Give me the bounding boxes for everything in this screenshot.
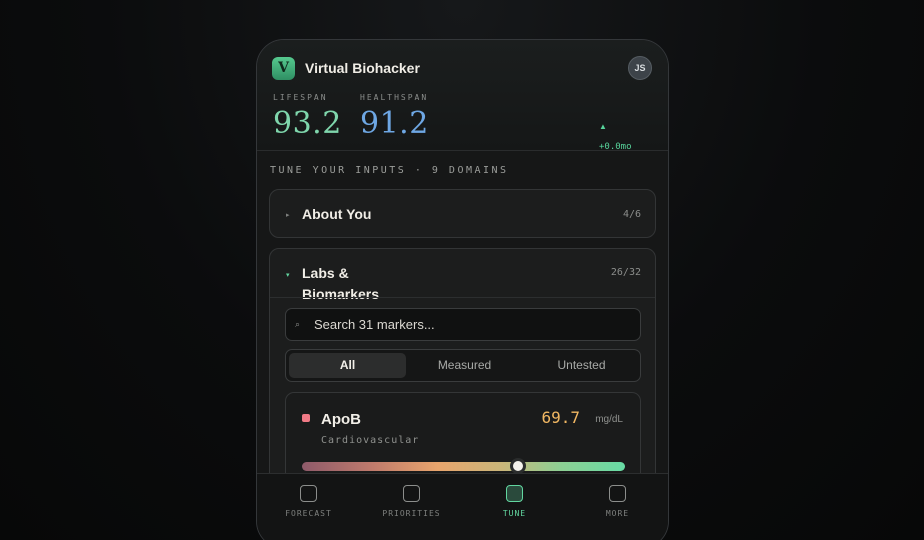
section-title: TUNE YOUR INPUTS · 9 DOMAINS xyxy=(270,165,509,176)
delta-up-icon: ▲ xyxy=(599,122,607,131)
marker-name: ApoB xyxy=(321,411,361,428)
domain-title: About You xyxy=(302,206,372,222)
nav-more[interactable]: MORE xyxy=(566,474,668,534)
marker-category: Cardiovascular xyxy=(321,435,420,446)
domain-card-labs: ▾ Labs & Biomarkers 26/32 ⌕ All Measured… xyxy=(269,248,656,488)
priorities-icon xyxy=(403,485,420,502)
nav-label: MORE xyxy=(605,509,630,518)
lifespan-label: LIFESPAN xyxy=(273,93,328,102)
marker-unit: mg/dL xyxy=(595,414,623,425)
nav-priorities[interactable]: PRIORITIES xyxy=(360,474,463,534)
bottom-nav: FORECAST PRIORITIES TUNE MORE xyxy=(257,473,668,540)
nav-tune[interactable]: TUNE xyxy=(463,474,566,534)
marker-slider-handle[interactable] xyxy=(510,458,527,474)
domain-count: 26/32 xyxy=(610,267,641,278)
avatar[interactable]: JS xyxy=(628,56,652,80)
healthspan-label: HEALTHSPAN xyxy=(360,93,429,102)
tune-icon xyxy=(506,485,523,502)
marker-search: ⌕ xyxy=(285,308,641,341)
nav-label: TUNE xyxy=(502,509,527,518)
nav-label: FORECAST xyxy=(285,509,332,518)
app-logo: V xyxy=(272,57,295,80)
app-title: Virtual Biohacker xyxy=(305,60,420,76)
app-frame: V Virtual Biohacker JS LIFESPAN 93.2 HEA… xyxy=(256,39,669,540)
nav-label: PRIORITIES xyxy=(382,509,441,518)
search-icon: ⌕ xyxy=(295,319,301,329)
domain-title[interactable]: Labs & Biomarkers xyxy=(302,263,412,305)
forecast-delta: +0.0mo xyxy=(599,142,632,152)
status-dot-icon xyxy=(302,414,310,422)
lifespan-value: 93.2 xyxy=(273,106,342,141)
marker-slider-track[interactable] xyxy=(302,462,625,471)
filter-measured[interactable]: Measured xyxy=(406,353,523,378)
filter-all[interactable]: All xyxy=(289,353,406,378)
more-icon xyxy=(609,485,626,502)
marker-filter: All Measured Untested xyxy=(285,349,641,382)
chevron-right-icon: ▸ xyxy=(286,212,290,219)
nav-forecast[interactable]: FORECAST xyxy=(257,474,360,534)
forecast-icon xyxy=(300,485,317,502)
marker-value[interactable]: 69.7 xyxy=(541,408,580,427)
divider xyxy=(270,297,655,298)
domain-count: 4/6 xyxy=(622,209,641,220)
healthspan-value: 91.2 xyxy=(360,106,429,141)
filter-untested[interactable]: Untested xyxy=(523,353,640,378)
search-input[interactable] xyxy=(314,309,614,340)
app-header: V Virtual Biohacker JS LIFESPAN 93.2 HEA… xyxy=(257,40,668,152)
chevron-down-icon[interactable]: ▾ xyxy=(286,271,290,279)
domain-card-about-you[interactable]: ▸ About You 4/6 xyxy=(269,189,656,238)
